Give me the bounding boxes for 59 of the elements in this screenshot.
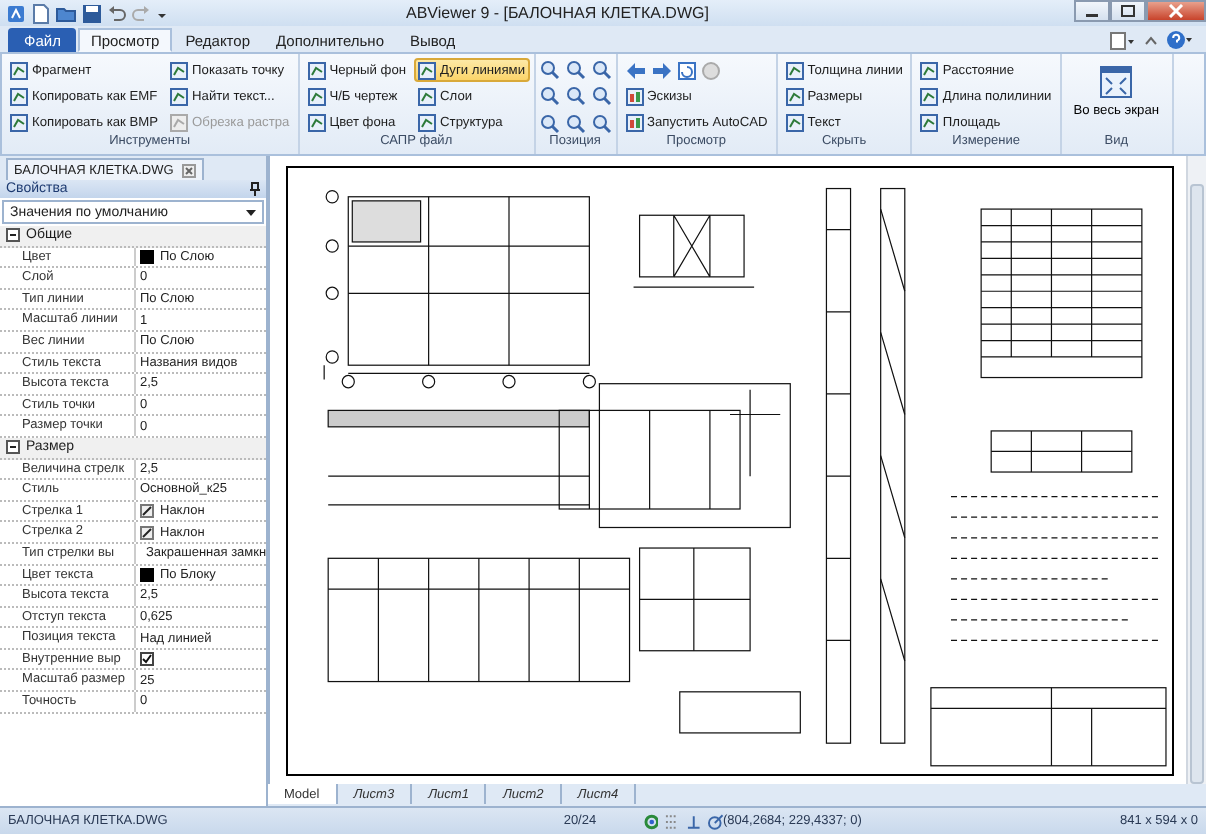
new-file-icon[interactable] — [32, 3, 50, 23]
frame-icon — [418, 87, 437, 105]
magnifier-icon[interactable] — [539, 86, 560, 107]
magnifier-icon[interactable] — [591, 86, 612, 107]
magnifier-icon[interactable] — [565, 86, 586, 107]
frame-icon — [307, 87, 326, 105]
checkbox[interactable] — [140, 652, 154, 667]
frame-icon — [418, 113, 437, 131]
frame-icon — [785, 87, 804, 105]
frame-icon — [307, 113, 326, 131]
folder-icon[interactable] — [56, 3, 76, 23]
pin-icon[interactable] — [250, 182, 260, 196]
magnifier-icon[interactable] — [591, 113, 612, 134]
arrow-right-icon[interactable] — [651, 61, 672, 79]
fullscreen-icon — [1100, 66, 1133, 98]
frame-icon — [170, 61, 189, 79]
magnifier-icon[interactable] — [539, 113, 560, 134]
magnifier-icon[interactable] — [565, 60, 586, 80]
caret-icon — [246, 209, 256, 215]
close-icon[interactable] — [181, 163, 196, 177]
collapse-box-icon[interactable] — [6, 228, 20, 243]
style-icon[interactable] — [1110, 31, 1136, 49]
minimize-button[interactable] — [1074, 0, 1110, 22]
frame-icon — [785, 113, 804, 131]
frame-icon — [170, 87, 189, 105]
grid-icon[interactable] — [664, 813, 681, 829]
collapse-box-icon[interactable] — [6, 440, 20, 455]
undo-icon[interactable] — [108, 3, 126, 23]
frame-icon — [625, 87, 644, 105]
frame-icon — [785, 61, 804, 79]
frame-icon — [170, 113, 189, 131]
save-icon[interactable] — [82, 3, 102, 23]
close-button[interactable] — [1146, 0, 1206, 22]
frame-icon — [10, 61, 28, 79]
window-title: ABViewer 9 - [БАЛОЧНАЯ КЛЕТКА.DWG] — [406, 4, 711, 22]
color-swatch-icon — [140, 249, 154, 264]
vertical-scrollbar[interactable] — [1186, 156, 1206, 784]
frame-icon — [920, 61, 939, 79]
frame-icon — [10, 113, 28, 131]
refresh-icon[interactable] — [677, 61, 696, 79]
frame-icon — [625, 113, 644, 131]
frame-icon — [920, 87, 939, 105]
magnifier-icon[interactable] — [539, 60, 560, 80]
close-icon — [1168, 4, 1184, 18]
collapse-icon[interactable] — [1144, 31, 1158, 49]
oblique-tick-icon — [140, 504, 154, 519]
color-swatch-icon — [140, 567, 154, 582]
oblique-tick-icon — [140, 525, 154, 540]
frame-icon — [10, 87, 28, 105]
magnifier-icon[interactable] — [591, 60, 612, 80]
frame-icon — [307, 61, 326, 79]
frame-icon — [418, 61, 437, 79]
maximize-icon — [1120, 4, 1136, 18]
app-logo-icon — [6, 3, 26, 23]
magnifier-icon[interactable] — [565, 113, 586, 134]
frame-icon — [920, 113, 939, 131]
arrow-left-icon[interactable] — [625, 61, 646, 79]
maximize-button[interactable] — [1110, 0, 1146, 22]
help-icon[interactable] — [1166, 30, 1194, 50]
